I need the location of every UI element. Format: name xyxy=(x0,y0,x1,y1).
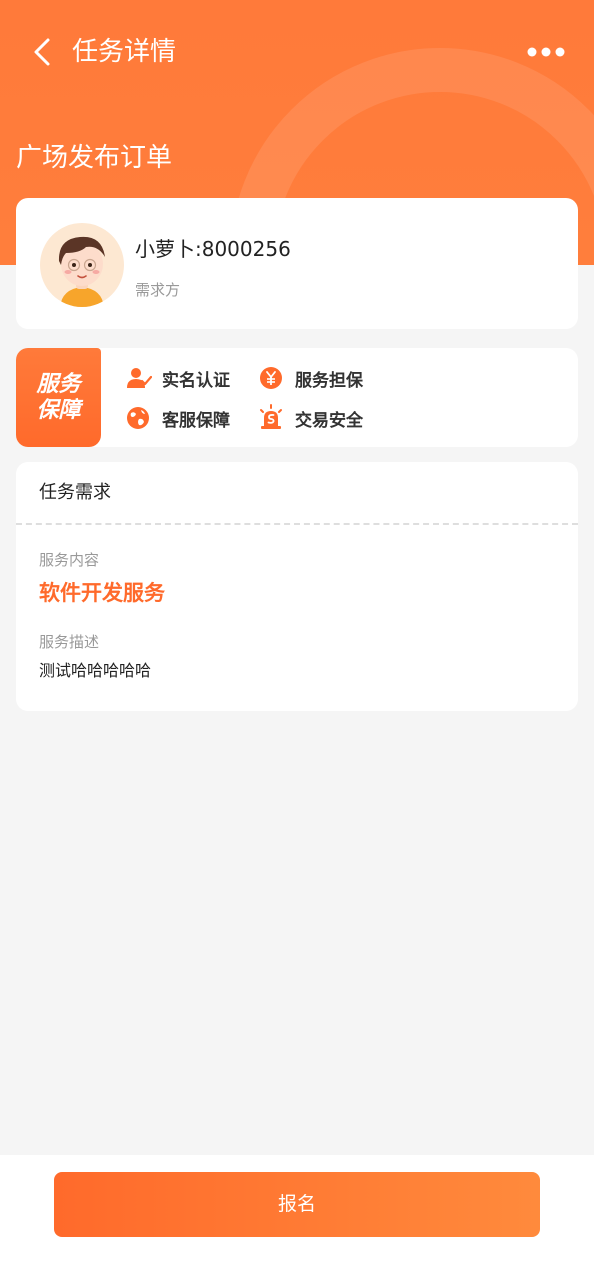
service-content-value: 软件开发服务 xyxy=(39,581,165,605)
more-button[interactable] xyxy=(526,40,566,64)
feature-label: 服务担保 xyxy=(295,370,363,391)
user-card: 小萝卜:8000256 需求方 xyxy=(16,198,578,329)
globe-icon xyxy=(127,407,149,429)
dashed-divider xyxy=(16,523,578,525)
order-source-title: 广场发布订单 xyxy=(16,143,173,173)
service-content-label: 服务内容 xyxy=(39,551,100,569)
more-dots-icon xyxy=(527,47,565,57)
alarm-siren-icon xyxy=(260,404,282,429)
service-description-value: 测试哈哈哈哈哈 xyxy=(39,661,152,680)
feature-service-guarantee: 服务担保 xyxy=(257,363,363,393)
sign-up-button[interactable]: 报名 xyxy=(54,1172,540,1237)
service-guarantee-badge: 服务保障 xyxy=(16,348,101,447)
feature-real-name: 实名认证 xyxy=(124,363,230,393)
page-title: 任务详情 xyxy=(72,37,177,67)
feature-label: 实名认证 xyxy=(162,370,230,391)
task-requirement-header: 任务需求 xyxy=(39,482,111,503)
user-name: 小萝卜:8000256 xyxy=(135,237,291,261)
feature-label: 客服保障 xyxy=(162,410,230,431)
user-check-icon xyxy=(127,368,152,388)
service-description-label: 服务描述 xyxy=(39,633,100,651)
feature-transaction-safety: 交易安全 xyxy=(257,403,363,433)
navigation-bar: 任务详情 xyxy=(0,0,594,105)
service-guarantee-card: 服务保障 实名认证 服务担保 客服保障 交易安全 xyxy=(16,348,578,447)
task-requirement-card: 任务需求 服务内容 软件开发服务 服务描述 测试哈哈哈哈哈 xyxy=(16,462,578,711)
chevron-left-icon xyxy=(34,38,50,66)
feature-customer-service: 客服保障 xyxy=(124,403,230,433)
service-guarantee-badge-text: 服务保障 xyxy=(36,371,81,423)
yuan-coin-icon xyxy=(260,367,282,389)
avatar xyxy=(40,223,124,307)
user-role: 需求方 xyxy=(135,281,181,299)
feature-label: 交易安全 xyxy=(295,410,363,431)
back-button[interactable] xyxy=(30,34,58,70)
